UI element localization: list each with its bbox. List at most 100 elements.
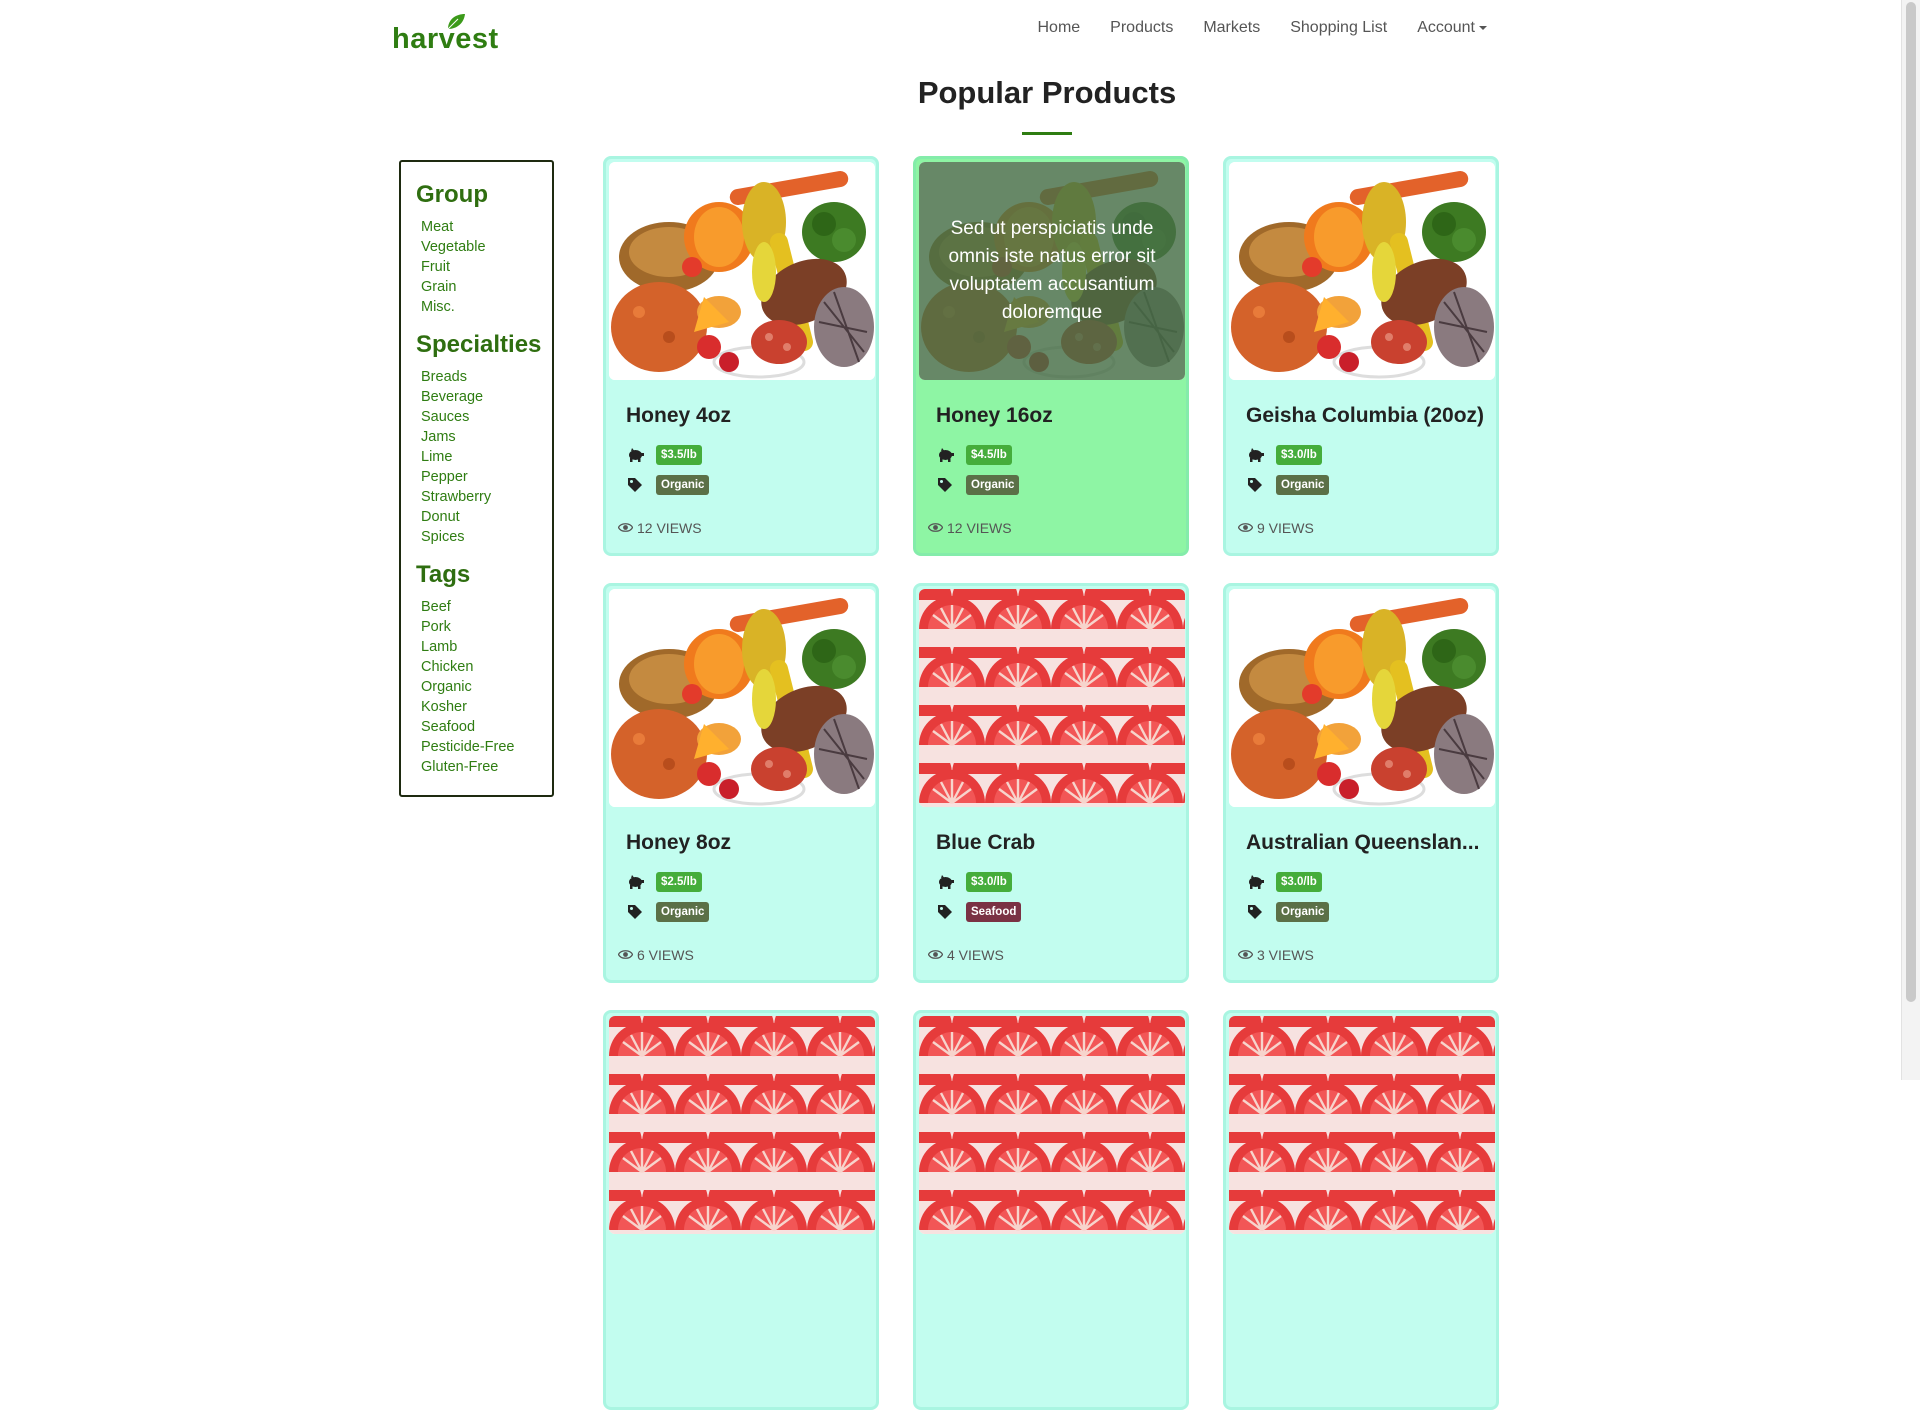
nav-shopping-list[interactable]: Shopping List [1275,16,1402,40]
tag-badge[interactable]: Organic [656,475,710,495]
tag-item[interactable]: Chicken [421,657,552,677]
scrollbar[interactable] [1901,0,1920,1080]
specialty-item[interactable]: Lime [421,447,552,467]
group-item[interactable]: Meat [421,217,552,237]
product-title[interactable]: Honey 16oz [936,404,1053,428]
eye-icon [927,520,944,536]
tag-row: Organic [936,475,1020,495]
tag-badge[interactable]: Organic [656,902,710,922]
tags-list: Beef Pork Lamb Chicken Organic Kosher Se… [421,597,552,777]
product-image[interactable] [1229,162,1495,380]
product-card[interactable]: Australian Queenslan... $3.0/lb Organic … [1223,583,1499,983]
eye-icon [1237,520,1254,536]
price-badge: $3.0/lb [1276,872,1322,892]
sidebar-heading-group: Group [416,181,488,208]
view-count-label: 6 VIEWS [637,947,694,963]
title-underline [1022,132,1072,135]
product-image[interactable] [1229,1016,1495,1234]
eye-icon [927,947,944,963]
tag-icon [1246,476,1264,494]
tag-badge[interactable]: Organic [1276,902,1330,922]
tag-icon [1246,903,1264,921]
filter-sidebar: Group Meat Vegetable Fruit Grain Misc. S… [399,160,554,797]
product-title[interactable]: Australian Queenslan... [1246,831,1479,855]
scrollbar-thumb[interactable] [1906,2,1916,1002]
price-row: $3.0/lb [1246,445,1322,465]
product-image[interactable] [609,1016,875,1234]
piggy-bank-icon [936,446,954,464]
product-image[interactable]: Sed ut perspiciatis unde omnis iste natu… [919,162,1185,380]
product-card-partial[interactable] [603,1010,879,1410]
tag-row: Organic [626,475,710,495]
tag-item[interactable]: Organic [421,677,552,697]
group-item[interactable]: Misc. [421,297,552,317]
tag-item[interactable]: Lamb [421,637,552,657]
tag-item[interactable]: Beef [421,597,552,617]
grapefruit-image [1229,1016,1495,1234]
price-badge: $3.0/lb [1276,445,1322,465]
price-row: $4.5/lb [936,445,1012,465]
product-card[interactable]: Honey 4oz $3.5/lb Organic 12 VIEWS [603,156,879,556]
tag-icon [936,476,954,494]
sidebar-heading-specialties: Specialties [416,331,542,358]
product-image[interactable] [1229,589,1495,807]
product-image[interactable] [609,589,875,807]
product-image[interactable] [919,589,1185,807]
tag-badge[interactable]: Organic [966,475,1020,495]
vegetables-image [609,589,875,807]
price-row: $3.5/lb [626,445,702,465]
product-card-partial[interactable] [913,1010,1189,1410]
specialty-item[interactable]: Sauces [421,407,552,427]
product-card[interactable]: Geisha Columbia (20oz) $3.0/lb Organic 9… [1223,156,1499,556]
product-card[interactable]: Honey 8oz $2.5/lb Organic 6 VIEWS [603,583,879,983]
tag-badge[interactable]: Seafood [966,902,1022,922]
product-image[interactable] [609,162,875,380]
navbar: harvest Home Products Markets Shopping L… [0,0,1900,60]
specialty-item[interactable]: Breads [421,367,552,387]
specialty-item[interactable]: Pepper [421,467,552,487]
tag-row: Organic [626,902,710,922]
group-item[interactable]: Grain [421,277,552,297]
price-row: $3.0/lb [1246,872,1322,892]
product-card-partial[interactable] [1223,1010,1499,1410]
tag-item[interactable]: Pesticide-Free [421,737,552,757]
tag-badge[interactable]: Organic [1276,475,1330,495]
product-card[interactable]: Blue Crab $3.0/lb Seafood 4 VIEWS [913,583,1189,983]
product-title[interactable]: Honey 8oz [626,831,731,855]
eye-icon [617,947,634,963]
grapefruit-image [609,1016,875,1234]
specialty-item[interactable]: Beverage [421,387,552,407]
tag-item[interactable]: Gluten-Free [421,757,552,777]
product-card[interactable]: Sed ut perspiciatis unde omnis iste natu… [913,156,1189,556]
product-title[interactable]: Geisha Columbia (20oz) [1246,404,1484,428]
view-count: 3 VIEWS [1237,947,1314,963]
specialty-item[interactable]: Strawberry [421,487,552,507]
tag-row: Organic [1246,475,1330,495]
product-image[interactable] [919,1016,1185,1234]
nav-home[interactable]: Home [1022,16,1095,40]
group-item[interactable]: Fruit [421,257,552,277]
nav-account-dropdown[interactable]: Account [1402,16,1502,40]
nav-products[interactable]: Products [1095,16,1188,40]
vegetables-image [1229,589,1495,807]
grapefruit-image [919,1016,1185,1234]
view-count: 6 VIEWS [617,947,694,963]
nav-markets[interactable]: Markets [1188,16,1275,40]
tag-item[interactable]: Seafood [421,717,552,737]
tag-item[interactable]: Pork [421,617,552,637]
specialty-item[interactable]: Jams [421,427,552,447]
harvest-logo[interactable]: harvest [392,10,498,54]
specialty-item[interactable]: Spices [421,527,552,547]
product-title[interactable]: Honey 4oz [626,404,731,428]
tag-item[interactable]: Kosher [421,697,552,717]
product-description-overlay: Sed ut perspiciatis unde omnis iste natu… [919,162,1185,380]
group-item[interactable]: Vegetable [421,237,552,257]
price-row: $2.5/lb [626,872,702,892]
view-count-label: 4 VIEWS [947,947,1004,963]
tag-row: Seafood [936,902,1022,922]
piggy-bank-icon [626,873,644,891]
specialties-list: Breads Beverage Sauces Jams Lime Pepper … [421,367,552,547]
product-title[interactable]: Blue Crab [936,831,1035,855]
view-count: 12 VIEWS [927,520,1012,536]
specialty-item[interactable]: Donut [421,507,552,527]
